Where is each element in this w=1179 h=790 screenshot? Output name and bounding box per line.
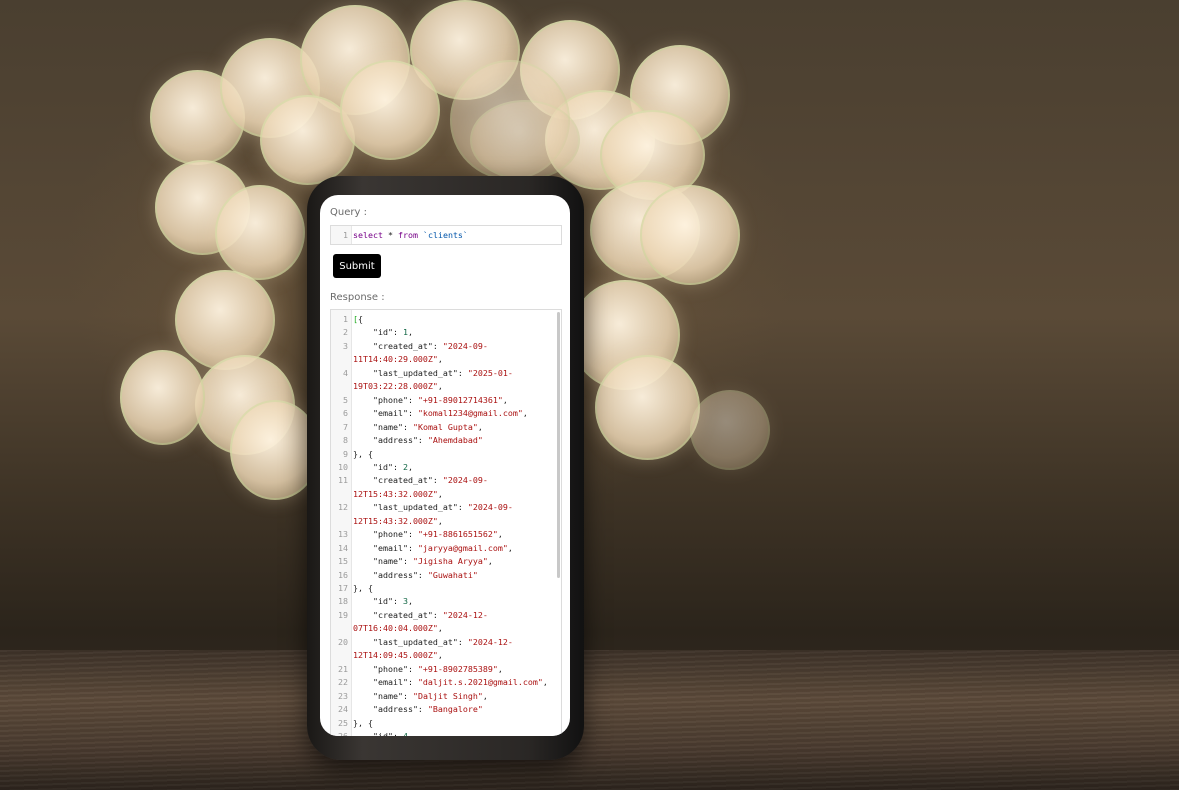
line-number: 7 — [343, 421, 348, 432]
response-code-line: "id": 3, — [372, 596, 413, 607]
response-code-line: 12T15:43:32.000Z", — [353, 515, 443, 526]
phone-screen: Query : 1 select * from `clients` Submit… — [320, 195, 570, 736]
sql-table-name: `clients` — [422, 230, 468, 240]
response-code-line: "name": "Daljit Singh", — [353, 690, 488, 701]
response-code-line: "phone": "+91-8861651562", — [353, 529, 503, 540]
table-grain — [0, 650, 1179, 790]
response-code-line: "address": "Bangalore" — [353, 704, 483, 715]
line-number: 19 — [338, 609, 348, 620]
response-code-line: "address": "Guwahati" — [353, 569, 478, 580]
line-number: 17 — [338, 583, 348, 593]
response-code-line: }, { — [353, 717, 373, 728]
response-code-line: "created_at": "2024-09- — [353, 340, 488, 351]
query-code-line: select * from `clients` — [353, 230, 468, 240]
response-code-line: "phone": "+91-89012714361", — [353, 394, 508, 405]
sql-keyword: from — [397, 230, 418, 240]
line-number: 18 — [338, 596, 348, 607]
line-number: 9 — [343, 448, 348, 459]
response-scrollbar[interactable] — [557, 312, 560, 578]
response-code-line: 07T16:40:04.000Z", — [353, 623, 443, 634]
line-number: 23 — [338, 690, 348, 701]
response-code-line: [{ — [353, 314, 363, 324]
response-code-line: "name": "Jigisha Aryya", — [353, 556, 493, 567]
response-code-line: "last_updated_at": "2024-12- — [353, 636, 513, 647]
line-number: 3 — [343, 340, 348, 351]
line-number: 16 — [338, 569, 348, 580]
line-number: 20 — [338, 636, 348, 647]
line-number: 2 — [343, 327, 348, 338]
line-number: 8 — [343, 435, 348, 446]
line-number: 6 — [343, 408, 348, 419]
response-code-line: "phone": "+91-8902785389", — [353, 663, 503, 674]
response-editor[interactable]: 1 [{ 2 "id": 1, 3 "created_at": "2024-09- 11… — [330, 309, 562, 736]
response-code-line: 19T03:22:28.000Z", — [353, 381, 443, 392]
response-code-line: "email": "jaryya@gmail.com", — [353, 542, 513, 553]
response-code-line: "last_updated_at": "2025-01- — [353, 367, 513, 378]
response-code-line: "address": "Ahemdabad" — [353, 435, 483, 446]
response-code-line: 12T15:43:32.000Z", — [353, 488, 443, 499]
line-number: 12 — [338, 502, 348, 513]
line-number: 15 — [338, 556, 348, 567]
response-code-line: "id": 1, — [372, 327, 413, 338]
response-code-line: "name": "Komal Gupta", — [353, 421, 483, 432]
query-editor[interactable]: 1 select * from `clients` — [330, 225, 562, 245]
sql-operator: * — [382, 230, 398, 240]
response-code-line: "created_at": "2024-12- — [353, 609, 488, 620]
line-number: 1 — [343, 314, 348, 324]
line-number: 10 — [338, 461, 348, 472]
response-code-line: }, { — [353, 448, 373, 459]
response-code-line: "email": "komal1234@gmail.com", — [353, 408, 528, 419]
response-label: Response : — [330, 292, 385, 303]
line-number: 5 — [343, 394, 348, 405]
response-code-line: 11T14:40:29.000Z", — [353, 354, 443, 365]
line-number: 24 — [338, 704, 348, 715]
response-code-line: "id": 4, — [372, 730, 413, 736]
submit-button[interactable]: Submit — [333, 254, 381, 278]
response-code-line: "email": "daljit.s.2021@gmail.com", — [353, 677, 548, 688]
response-code-line: "id": 2, — [372, 461, 413, 472]
line-number: 26 — [338, 730, 348, 736]
line-number: 25 — [338, 717, 348, 728]
line-number: 1 — [343, 230, 348, 240]
query-label: Query : — [330, 207, 367, 218]
line-number: 11 — [338, 475, 348, 486]
line-number: 21 — [338, 663, 348, 674]
response-code-line: "last_updated_at": "2024-09- — [353, 502, 513, 513]
line-number: 13 — [338, 529, 348, 540]
line-number: 4 — [343, 367, 348, 378]
sql-keyword: select — [353, 230, 383, 240]
response-code-line: 12T14:09:45.000Z", — [353, 650, 443, 661]
line-number: 22 — [338, 677, 348, 688]
response-code-line: }, { — [353, 583, 373, 593]
response-code-line: "created_at": "2024-09- — [353, 475, 488, 486]
line-number: 14 — [338, 542, 348, 553]
